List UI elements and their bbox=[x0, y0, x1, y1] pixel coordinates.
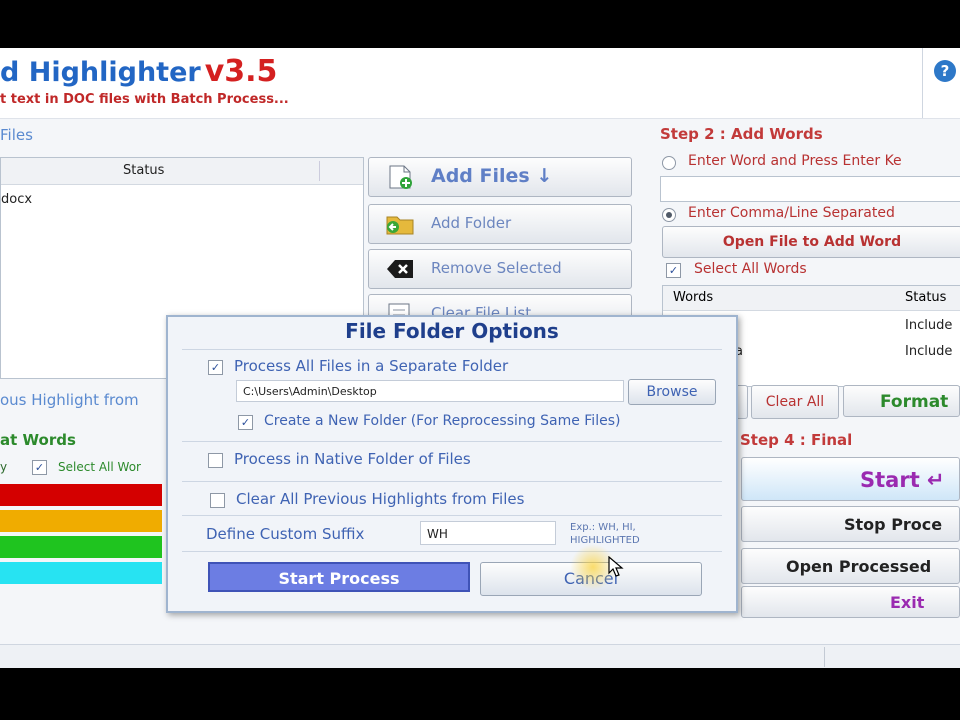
folder-icon bbox=[386, 216, 414, 235]
words-column-header: Words bbox=[673, 290, 714, 305]
step1-label: Files bbox=[0, 126, 33, 144]
select-all-words-left-checkbox[interactable]: ✓ bbox=[32, 460, 47, 475]
step2-label: Step 2 : Add Words bbox=[660, 125, 823, 143]
app-title-text: d Highlighter bbox=[0, 57, 201, 88]
column-y-label: y bbox=[0, 460, 8, 474]
comma-separated-radio[interactable] bbox=[662, 208, 676, 222]
comma-separated-option-label: Enter Comma/Line Separated bbox=[688, 205, 895, 221]
start-button[interactable]: Start ↵ bbox=[741, 457, 960, 501]
clear-previous-label: Clear All Previous Highlights from Files bbox=[236, 490, 525, 508]
status-divider bbox=[824, 647, 825, 667]
previous-highlight-label: ous Highlight from bbox=[0, 391, 139, 409]
color-swatch-orange[interactable] bbox=[0, 510, 162, 532]
process-native-checkbox[interactable] bbox=[208, 453, 223, 468]
dialog-divider bbox=[182, 441, 722, 442]
mouse-cursor-icon bbox=[608, 556, 624, 577]
add-files-label: Add Files ↓ bbox=[431, 165, 553, 187]
status-column-header-right: Status bbox=[905, 290, 947, 305]
file-row[interactable]: docx bbox=[1, 192, 32, 207]
file-folder-options-dialog: File Folder Options ✓ Process All Files … bbox=[166, 315, 738, 613]
word-status-cell: Include bbox=[905, 318, 953, 333]
help-icon[interactable]: ? bbox=[934, 60, 956, 82]
suffix-example-line: Exp.: WH, HI, bbox=[570, 522, 636, 533]
dialog-title: File Folder Options bbox=[345, 319, 559, 343]
add-folder-label: Add Folder bbox=[431, 214, 512, 232]
status-bar bbox=[0, 644, 960, 668]
enter-word-option-label: Enter Word and Press Enter Ke bbox=[688, 153, 902, 169]
stop-process-button[interactable]: Stop Proce bbox=[741, 506, 960, 542]
color-swatch-green[interactable] bbox=[0, 536, 162, 558]
clear-all-button[interactable]: Clear All bbox=[751, 385, 839, 419]
exit-button[interactable]: Exit bbox=[741, 586, 960, 618]
process-separate-checkbox[interactable]: ✓ bbox=[208, 360, 223, 375]
add-file-icon bbox=[389, 165, 412, 189]
start-process-button[interactable]: Start Process bbox=[208, 562, 470, 592]
format-button[interactable]: Format bbox=[843, 385, 960, 417]
add-folder-button[interactable]: Add Folder bbox=[368, 204, 632, 244]
app-title: d Highlighter v3.5 bbox=[0, 54, 277, 89]
dialog-divider bbox=[182, 349, 722, 350]
column-divider bbox=[319, 161, 320, 181]
word-status-cell: Include bbox=[905, 344, 953, 359]
remove-selected-label: Remove Selected bbox=[431, 259, 562, 277]
select-all-words-checkbox[interactable]: ✓ bbox=[666, 263, 681, 278]
enter-word-radio[interactable] bbox=[662, 156, 676, 170]
words-table-header: Words Status bbox=[663, 286, 960, 311]
open-file-add-words-button[interactable]: Open File to Add Word bbox=[662, 226, 960, 258]
custom-suffix-input[interactable]: WH bbox=[420, 521, 556, 545]
color-swatch-cyan[interactable] bbox=[0, 562, 162, 584]
browse-button[interactable]: Browse bbox=[628, 379, 716, 405]
file-list-header: Status bbox=[1, 158, 363, 185]
dialog-divider bbox=[182, 551, 722, 552]
select-all-words-left-label: Select All Wor bbox=[58, 460, 141, 474]
open-processed-button[interactable]: Open Processed bbox=[741, 548, 960, 584]
process-native-label: Process in Native Folder of Files bbox=[234, 450, 471, 468]
process-separate-label: Process All Files in a Separate Folder bbox=[234, 357, 509, 375]
title-divider bbox=[922, 48, 923, 118]
create-new-folder-checkbox[interactable]: ✓ bbox=[238, 415, 253, 430]
dialog-divider bbox=[182, 481, 722, 482]
add-files-button[interactable]: Add Files ↓ bbox=[368, 157, 632, 197]
word-input[interactable] bbox=[660, 176, 960, 202]
dialog-divider bbox=[182, 515, 722, 516]
app-subtitle: t text in DOC files with Batch Process..… bbox=[0, 92, 289, 107]
step4-label: Step 4 : Final bbox=[740, 431, 853, 449]
create-new-folder-label: Create a New Folder (For Reprocessing Sa… bbox=[264, 413, 621, 429]
color-swatch-red[interactable] bbox=[0, 484, 162, 506]
clear-previous-checkbox[interactable] bbox=[210, 493, 225, 508]
custom-suffix-label: Define Custom Suffix bbox=[206, 525, 365, 543]
format-words-label: at Words bbox=[0, 431, 76, 449]
remove-icon bbox=[387, 260, 413, 278]
suffix-example-line: HIGHLIGHTED bbox=[570, 535, 640, 546]
remove-selected-button[interactable]: Remove Selected bbox=[368, 249, 632, 289]
select-all-words-label: Select All Words bbox=[694, 261, 807, 277]
app-version: v3.5 bbox=[204, 54, 278, 89]
status-column-header: Status bbox=[123, 163, 165, 178]
folder-path-field[interactable]: C:\Users\Admin\Desktop bbox=[236, 380, 624, 402]
title-bar: d Highlighter v3.5 t text in DOC files wi… bbox=[0, 48, 960, 119]
suffix-example: Exp.: WH, HI, HIGHLIGHTED bbox=[570, 521, 640, 547]
